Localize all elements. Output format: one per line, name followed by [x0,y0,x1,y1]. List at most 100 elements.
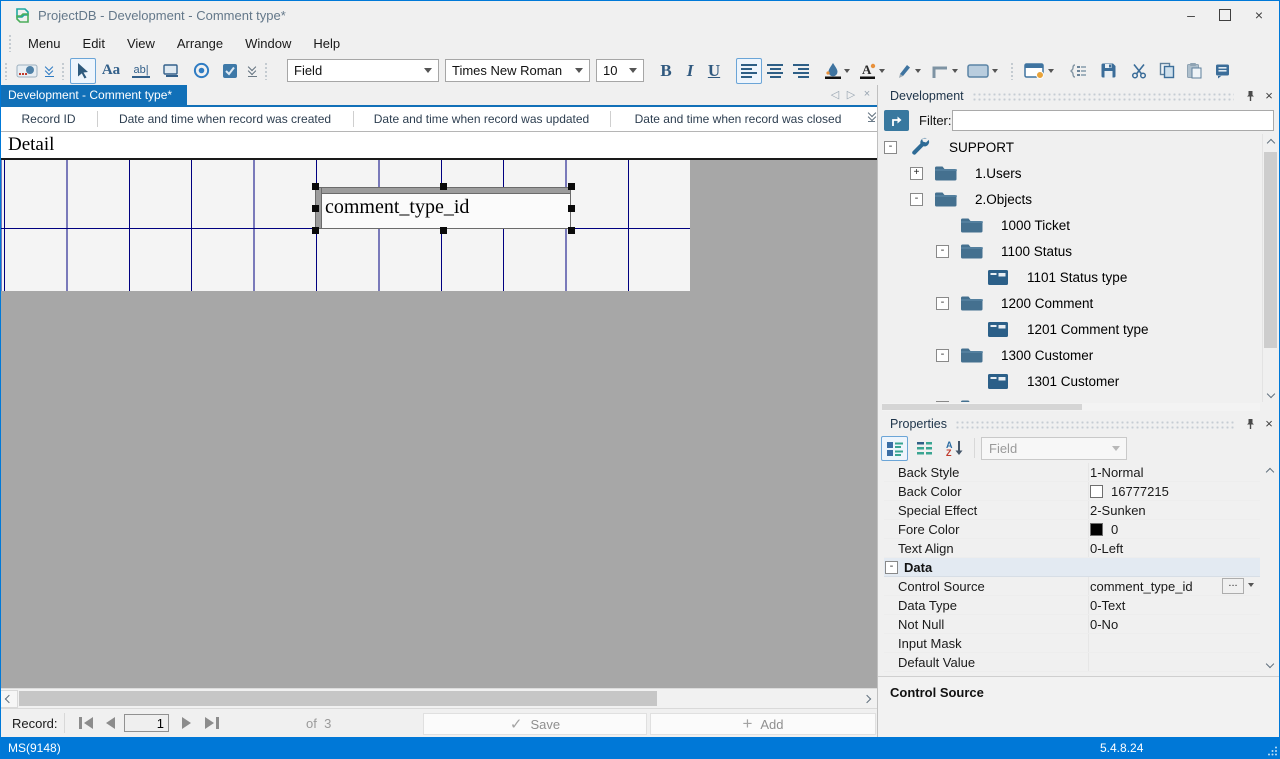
field-box[interactable]: comment_type_id [315,187,571,229]
column-updated[interactable]: Date and time when record was updated [353,107,610,131]
resize-handle[interactable] [440,183,447,190]
tree-item-1100-status[interactable]: - 1100 Status [882,238,1260,264]
add-record-button[interactable]: + Add [650,713,876,735]
property-row-special-effect[interactable]: Special Effect 2-Sunken [884,501,1260,520]
tab-scroll-left-icon[interactable]: ◁ [829,88,841,101]
resize-handle[interactable] [568,183,575,190]
property-row-text-align[interactable]: Text Align 0-Left [884,539,1260,558]
resize-grip-icon[interactable] [1267,746,1277,756]
property-row-fore-color[interactable]: Fore Color 0 [884,520,1260,539]
highlighter-button[interactable] [890,58,926,84]
selected-field-control[interactable]: comment_type_id [312,183,575,234]
categorized-view-button[interactable] [881,436,908,461]
property-object-combobox[interactable]: Field [981,437,1127,460]
property-category-data[interactable]: - Data [884,558,1260,577]
column-closed[interactable]: Date and time when record was closed [610,107,866,131]
maximize-button[interactable] [1208,0,1242,30]
form-tool-icon[interactable] [13,58,41,84]
toolbar-overflow-button[interactable] [244,58,260,84]
menu-item-menu[interactable]: Menu [17,36,72,51]
tree-vscroll-thumb[interactable] [1264,152,1277,348]
border-style-button[interactable] [926,58,962,84]
property-row-control-source[interactable]: Control Source comment_type_id ... [884,577,1260,596]
resize-handle[interactable] [312,205,319,212]
textbox-tool-button[interactable]: ab| [126,58,156,84]
close-panel-button[interactable]: × [1261,416,1277,432]
property-row-not-null[interactable]: Not Null 0-No [884,615,1260,634]
select-tool-button[interactable] [70,58,96,84]
radio-tool-button[interactable] [186,58,216,84]
resize-handle[interactable] [568,227,575,234]
last-record-button[interactable] [200,713,224,733]
tab-development-comment-type[interactable]: Development - Comment type* [0,85,187,105]
scroll-left-button[interactable] [0,690,18,708]
tree-item-1000-ticket[interactable]: 1000 Ticket [882,212,1260,238]
scroll-right-button[interactable] [859,690,875,708]
record-number-input[interactable] [124,714,169,732]
align-right-button[interactable] [788,58,814,84]
property-row-back-color[interactable]: Back Color 16777215 [884,482,1260,501]
button-tool-button[interactable] [156,58,186,84]
tree-hscrollbar[interactable] [882,403,1260,411]
menu-grip[interactable] [8,34,13,52]
header-overflow-icon[interactable] [868,110,875,122]
first-record-button[interactable] [74,713,98,733]
menu-item-window[interactable]: Window [234,36,302,51]
hscroll-thumb[interactable] [19,691,657,706]
filter-go-button[interactable] [884,110,909,131]
filter-input[interactable] [952,110,1274,131]
toolbar-grip[interactable] [4,62,9,80]
column-created[interactable]: Date and time when record was created [97,107,353,131]
label-tool-button[interactable]: Aa [96,58,126,84]
tree-item-1201-comment-type[interactable]: 1201 Comment type [882,316,1260,342]
font-size-combobox[interactable]: 10 [596,59,644,82]
collapse-box-icon[interactable]: - [884,141,897,154]
close-panel-button[interactable]: × [1261,88,1277,104]
notes-button[interactable] [1207,58,1237,84]
outline-view-button[interactable] [1063,58,1093,84]
menu-item-edit[interactable]: Edit [72,36,116,51]
menu-item-help[interactable]: Help [302,36,351,51]
bold-button[interactable]: B [654,58,678,84]
property-row-default-value[interactable]: Default Value [884,653,1260,672]
tree-hscroll-thumb[interactable] [882,404,1082,410]
tab-close-icon[interactable]: × [861,88,873,101]
collapse-box-icon[interactable]: - [885,561,898,574]
form-settings-button[interactable] [1019,58,1059,84]
property-row-data-type[interactable]: Data Type 0-Text [884,596,1260,615]
minimize-button[interactable]: – [1174,0,1208,30]
fill-color-button[interactable] [820,58,854,84]
expand-box-icon[interactable]: + [910,167,923,180]
previous-record-button[interactable] [100,713,120,733]
tree-item-objects[interactable]: - 2.Objects [882,186,1260,212]
ellipsis-button[interactable]: ... [1222,578,1244,594]
tree-item-1101-status-type[interactable]: 1101 Status type [882,264,1260,290]
cut-button[interactable] [1125,58,1153,84]
tree-item-1300-customer[interactable]: - 1300 Customer [882,342,1260,368]
tree-item-support[interactable]: - SUPPORT [882,134,1260,160]
collapse-box-icon[interactable]: - [936,349,949,362]
tree-item-1301-customer[interactable]: 1301 Customer [882,368,1260,394]
list-view-button[interactable] [911,436,938,461]
tree-item-1400-user[interactable]: + 1400 User [882,394,1260,402]
tree-item-users[interactable]: + 1.Users [882,160,1260,186]
toolbar-overflow-button[interactable] [41,58,57,84]
pin-button[interactable] [1242,88,1258,104]
paste-button[interactable] [1180,58,1207,84]
sort-az-button[interactable]: A Z [941,436,968,461]
resize-handle[interactable] [312,183,319,190]
expand-box-icon[interactable]: + [936,401,949,403]
canvas-hscrollbar[interactable] [0,688,877,708]
properties-vscrollbar[interactable] [1262,463,1277,672]
italic-button[interactable]: I [678,58,702,84]
tree-vscrollbar[interactable] [1262,134,1278,402]
property-row-input-mask[interactable]: Input Mask [884,634,1260,653]
design-canvas[interactable]: comment_type_id [0,160,877,688]
close-button[interactable]: × [1242,0,1276,30]
checkbox-tool-button[interactable] [216,58,244,84]
font-name-combobox[interactable]: Times New Roman [445,59,590,82]
align-left-button[interactable] [736,58,762,84]
resize-handle[interactable] [440,227,447,234]
font-color-button[interactable]: A [854,58,890,84]
shape-button[interactable] [962,58,1002,84]
